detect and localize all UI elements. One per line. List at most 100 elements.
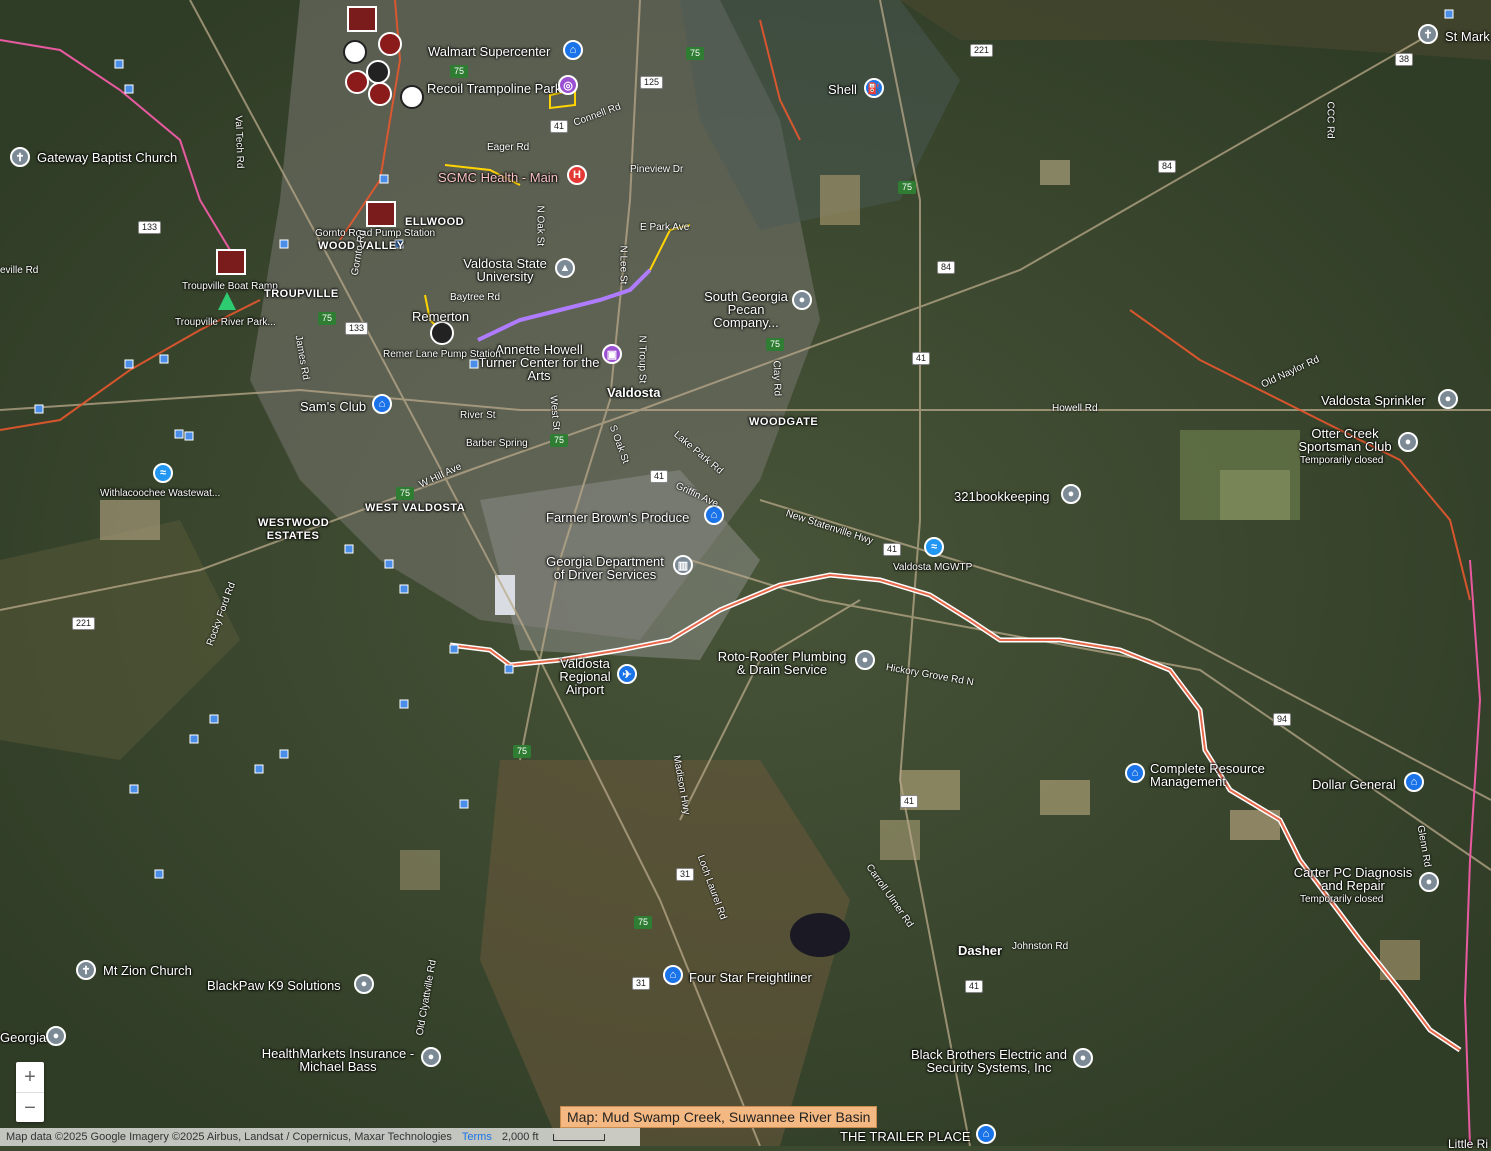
pin-icon[interactable]: ● [855,650,875,670]
road-label: N Oak St [534,205,546,247]
place-otter[interactable]: Otter Creek Sportsman Club [1295,427,1395,453]
water-treatment-icon[interactable]: ≈ [924,537,944,557]
attribution-bar: Map data ©2025 Google Imagery ©2025 Airb… [0,1128,640,1146]
route-shield: 133 [138,221,162,234]
shopping-bag-icon[interactable]: ⌂ [563,40,583,60]
warning-icon[interactable] [378,32,402,56]
pin-icon[interactable]: ● [1419,872,1439,892]
place-dds[interactable]: Georgia Department of Driver Services [540,555,670,581]
place-blackpaw[interactable]: BlackPaw K9 Solutions [207,979,341,992]
truck-icon[interactable]: ⌂ [663,965,683,985]
place-trailer[interactable]: THE TRAILER PLACE [840,1130,971,1143]
place-mtzion[interactable]: Mt Zion Church [103,964,192,977]
pin-icon[interactable]: ● [1073,1048,1093,1068]
place-healthmarkets[interactable]: HealthMarkets Insurance - Michael Bass [258,1047,418,1073]
pump-station-icon[interactable] [366,60,390,84]
area-ellwood: ELLWOOD [405,216,465,228]
place-farmer[interactable]: Farmer Brown's Produce [546,511,689,524]
area-troupville: TROUPVILLE [264,288,339,300]
place-shell[interactable]: Shell [828,83,857,96]
boat-ramp-icon[interactable] [347,6,377,32]
camera-icon[interactable] [343,40,367,64]
lock-icon[interactable]: ⌂ [1125,763,1145,783]
place-barber[interactable]: Barber Spring [466,437,528,450]
pin-icon[interactable]: ● [792,290,812,310]
place-withla[interactable]: Withlacoochee Wastewat... [100,487,220,500]
place-valdosta[interactable]: Valdosta [607,386,660,399]
place-sprinkler[interactable]: Valdosta Sprinkler [1321,394,1426,407]
scale-label[interactable]: 2,000 ft [502,1131,539,1143]
route-shield: 41 [900,795,919,808]
pin-icon[interactable]: ● [1398,432,1418,452]
place-dasher[interactable]: Dasher [958,944,1002,957]
place-vsu[interactable]: Valdosta State University [460,257,550,283]
place-riverst[interactable]: River St [460,409,496,422]
place-freightliner[interactable]: Four Star Freightliner [689,971,812,984]
pin-icon[interactable]: ● [1438,389,1458,409]
place-blackbros[interactable]: Black Brothers Electric and Security Sys… [906,1048,1072,1074]
place-remer[interactable]: Remer Lane Pump Station [383,348,501,361]
map-title-banner: Map: Mud Swamp Creek, Suwannee River Bas… [560,1106,878,1128]
place-bookkeeping[interactable]: 321bookkeeping [954,490,1049,503]
area-west-valdosta: WEST VALDOSTA [365,502,466,514]
route-shield: 38 [1395,53,1414,66]
place-airport[interactable]: Valdosta Regional Airport [555,657,615,696]
route-shield: 31 [632,977,651,990]
pump-station-icon[interactable] [430,321,454,345]
school-icon[interactable]: ▲ [555,258,575,278]
place-remerton[interactable]: Remerton [412,310,469,323]
road-label: Eager Rd [487,142,530,153]
fuel-icon[interactable]: ⛽ [864,78,884,98]
church-icon[interactable]: ✝ [10,147,30,167]
church-icon[interactable]: ✝ [1418,24,1438,44]
route-shield: 75 [396,487,415,500]
status-carter: Temporarily closed [1300,894,1384,905]
pin-icon[interactable]: ● [354,974,374,994]
boat-ramp-icon[interactable] [216,249,246,275]
place-riverpark[interactable]: Troupville River Park... [175,316,276,329]
road-label: N Lee St [617,245,629,285]
place-mgwtp[interactable]: Valdosta MGWTP [893,561,972,574]
place-walmart[interactable]: Walmart Supercenter [428,45,550,58]
zoom-out-button[interactable]: − [16,1093,44,1123]
lock-icon[interactable]: ⌂ [976,1124,996,1144]
area-woodgate: WOODGATE [749,416,819,428]
water-treatment-icon[interactable]: ≈ [153,463,173,483]
place-dollar[interactable]: Dollar General [1312,778,1396,791]
pin-icon[interactable]: ● [46,1026,66,1046]
place-georgia[interactable]: Georgia [0,1031,46,1044]
airport-icon[interactable]: ✈ [617,664,637,684]
route-shield: 75 [898,181,917,194]
hospital-icon[interactable]: H [567,165,587,185]
place-littleri[interactable]: Little Ri [1448,1138,1488,1151]
arts-icon[interactable]: ▣ [602,344,622,364]
pin-icon[interactable]: ● [421,1047,441,1067]
boat-ramp-icon[interactable] [366,201,396,227]
warning-icon[interactable] [368,82,392,106]
shopping-icon[interactable]: ⌂ [372,394,392,414]
place-recoil[interactable]: Recoil Trampoline Park [427,82,561,95]
terms-link[interactable]: Terms [462,1131,492,1143]
place-gateway-baptist[interactable]: Gateway Baptist Church [37,151,177,164]
zoom-in-button[interactable]: + [16,1062,44,1093]
place-roto[interactable]: Roto-Rooter Plumbing & Drain Service [712,650,852,676]
government-icon[interactable]: ▥ [673,555,693,575]
place-pecan[interactable]: South Georgia Pecan Company... [700,290,792,329]
route-shield: 75 [513,745,532,758]
place-sams[interactable]: Sam's Club [300,400,366,413]
road-label: Val Tech Rd [232,115,246,169]
route-shield: 84 [1158,160,1177,173]
route-shield: 84 [937,261,956,274]
amusement-icon[interactable]: ◎ [558,75,578,95]
place-stmark[interactable]: St Mark [1445,30,1490,43]
warning-icon[interactable] [345,70,369,94]
pin-icon[interactable]: ● [1061,484,1081,504]
road-label: Pineview Dr [630,164,684,175]
place-crm[interactable]: Complete Resource Management [1150,762,1276,788]
church-icon[interactable]: ✝ [76,960,96,980]
gauge-icon[interactable] [400,85,424,109]
park-tree-icon[interactable] [218,292,236,310]
place-sgmc[interactable]: SGMC Health - Main [438,171,558,184]
place-carter[interactable]: Carter PC Diagnosis and Repair [1288,866,1418,892]
shopping-bag-icon[interactable]: ⌂ [1404,772,1424,792]
